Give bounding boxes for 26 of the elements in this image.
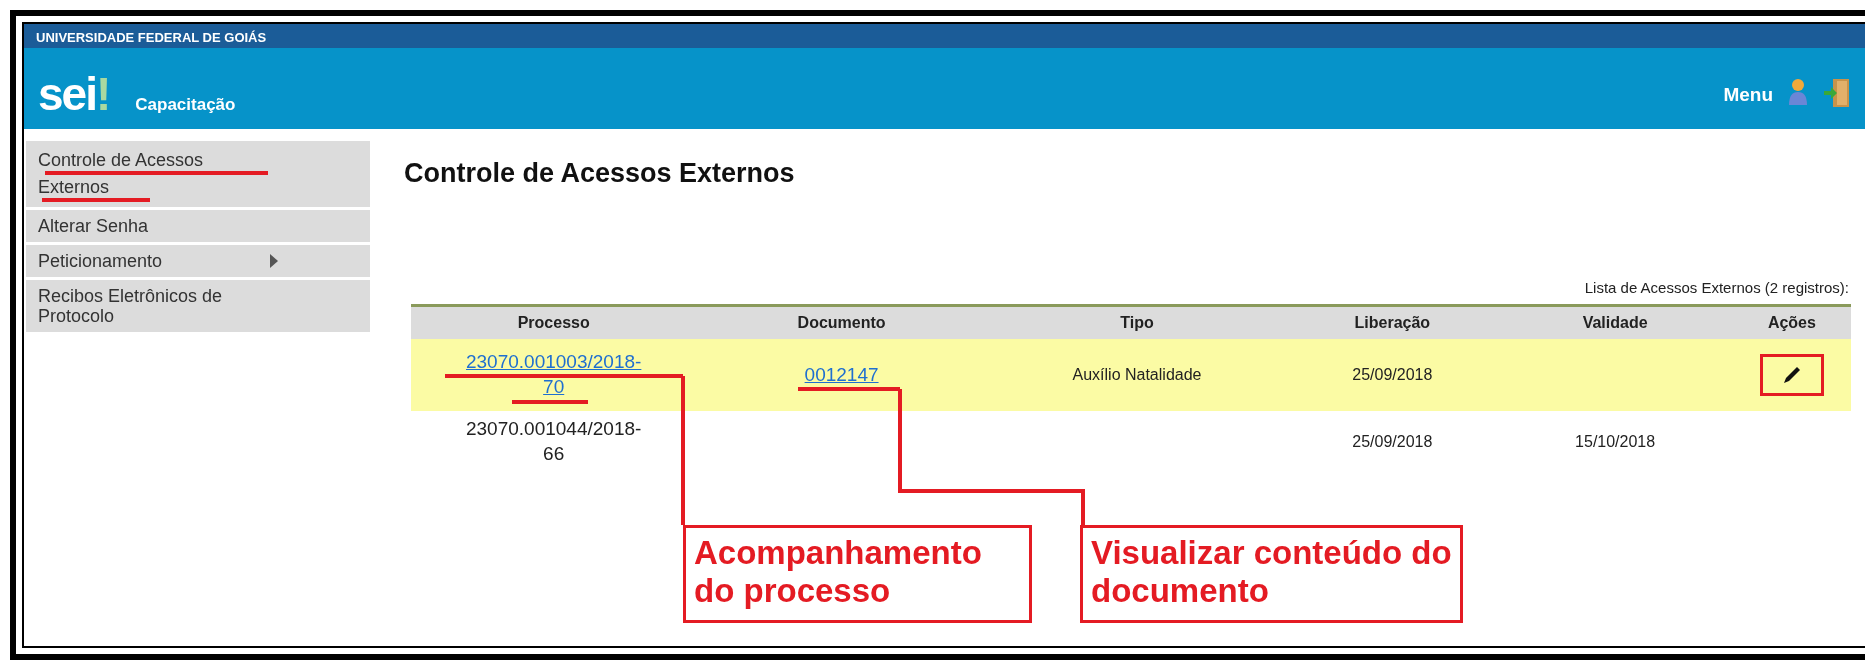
table-cell: 25/09/2018	[1352, 365, 1433, 383]
callout-label: Visualizar conteúdo do documento	[1080, 525, 1463, 623]
table-cell: Auxílio Natalidade	[1072, 365, 1202, 383]
environment-label: Capacitação	[135, 93, 236, 116]
sidebar-item[interactable]: Controle de Acessos Externos	[26, 141, 370, 207]
column-header: Processo	[411, 305, 697, 339]
table-caption: Lista de Acessos Externos (2 registros):	[1583, 278, 1850, 299]
table-cell: 15/10/2018	[1575, 432, 1656, 450]
exit-door-icon[interactable]	[1823, 77, 1851, 109]
column-header: Ações	[1732, 305, 1851, 339]
user-icon[interactable]	[1787, 77, 1809, 107]
column-header: Liberação	[1287, 305, 1498, 339]
callout-label: Acompanhamento do processo	[683, 525, 1032, 623]
column-header: Validade	[1497, 305, 1733, 339]
column-header: Tipo	[986, 305, 1288, 339]
sidebar-item[interactable]: Recibos Eletrônicos de Protocolo	[26, 280, 370, 332]
table-cell: 25/09/2018	[1352, 432, 1433, 450]
page-title: Controle de Acessos Externos	[404, 157, 796, 190]
document-link[interactable]: 0012147	[804, 363, 879, 385]
sidebar-item[interactable]: Peticionamento	[26, 245, 370, 277]
institution-name: UNIVERSIDADE FEDERAL DE GOIÁS	[36, 30, 267, 45]
sidebar-item[interactable]: Alterar Senha	[26, 210, 370, 242]
pen-icon[interactable]	[1781, 364, 1802, 385]
process-number: 23070.001044/2018-66	[465, 417, 643, 467]
process-link[interactable]: 23070.001003/2018-70	[462, 349, 645, 400]
column-header: Documento	[696, 305, 987, 339]
